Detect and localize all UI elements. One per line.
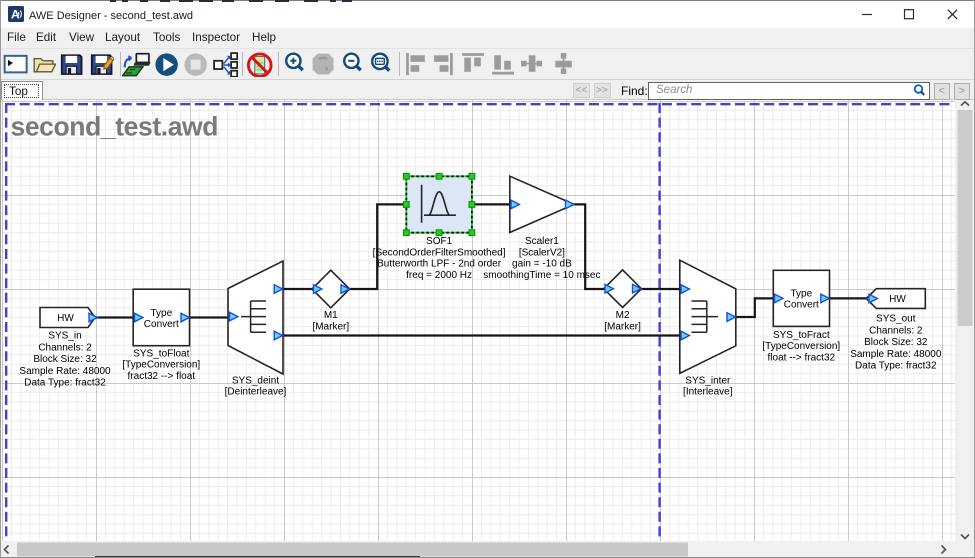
svg-text:second_test.awd: second_test.awd: [11, 112, 219, 142]
svg-text:Channels: 2: Channels: 2: [38, 342, 92, 353]
svg-text:freq = 2000 Hz: freq = 2000 Hz: [406, 270, 472, 281]
svg-text:Data Type: fract32: Data Type: fract32: [855, 361, 937, 372]
svg-text:HW: HW: [57, 313, 74, 324]
svg-text:Block Size: 32: Block Size: 32: [33, 354, 97, 365]
svg-text:AWE Designer - second_test.awd: AWE Designer - second_test.awd: [29, 10, 193, 22]
svg-text:SYS_in: SYS_in: [48, 331, 81, 342]
svg-text:SYS_toFloat: SYS_toFloat: [133, 349, 189, 360]
svg-text:M1: M1: [324, 310, 338, 321]
svg-text:[TypeConversion]: [TypeConversion]: [762, 341, 840, 352]
svg-text:[Interleave]: [Interleave]: [683, 386, 733, 397]
svg-text:Channels: 2: Channels: 2: [869, 325, 923, 336]
svg-text:[Marker]: [Marker]: [312, 321, 349, 332]
svg-text:Sample Rate: 48000: Sample Rate: 48000: [19, 366, 111, 377]
svg-text:fract32 --> float: fract32 --> float: [128, 371, 196, 382]
svg-text:SYS_toFract: SYS_toFract: [773, 330, 830, 341]
svg-text:SOF1: SOF1: [426, 236, 453, 247]
svg-text:SYS_deint: SYS_deint: [232, 375, 279, 386]
svg-text:Data Type: fract32: Data Type: fract32: [24, 378, 106, 389]
svg-text:Butterworth LPF - 2nd order: Butterworth LPF - 2nd order: [377, 259, 502, 270]
svg-text:Scaler1: Scaler1: [525, 236, 559, 247]
svg-text:float --> fract32: float --> fract32: [768, 352, 836, 363]
svg-text:[TypeConversion]: [TypeConversion]: [122, 360, 200, 371]
svg-text:HW: HW: [889, 294, 906, 305]
svg-text:Block Size: 32: Block Size: 32: [864, 337, 928, 348]
svg-text:Convert: Convert: [144, 319, 179, 330]
svg-text:Convert: Convert: [784, 300, 819, 311]
svg-text:Type: Type: [150, 308, 172, 319]
svg-text:[Marker]: [Marker]: [604, 321, 641, 332]
svg-text:SYS_out: SYS_out: [876, 314, 916, 325]
svg-text:[SecondOrderFilterSmoothed]: [SecondOrderFilterSmoothed]: [373, 247, 506, 258]
svg-text:Sample Rate: 48000: Sample Rate: 48000: [850, 349, 942, 360]
svg-text:gain = -10 dB: gain = -10 dB: [512, 259, 572, 270]
svg-text:[ScalerV2]: [ScalerV2]: [519, 247, 565, 258]
svg-text:smoothingTime = 10 msec: smoothingTime = 10 msec: [483, 270, 600, 281]
svg-text:SYS_inter: SYS_inter: [685, 375, 731, 386]
svg-text:Type: Type: [790, 289, 812, 300]
svg-text:M2: M2: [616, 310, 630, 321]
svg-text:[Deinterleave]: [Deinterleave]: [225, 386, 287, 397]
